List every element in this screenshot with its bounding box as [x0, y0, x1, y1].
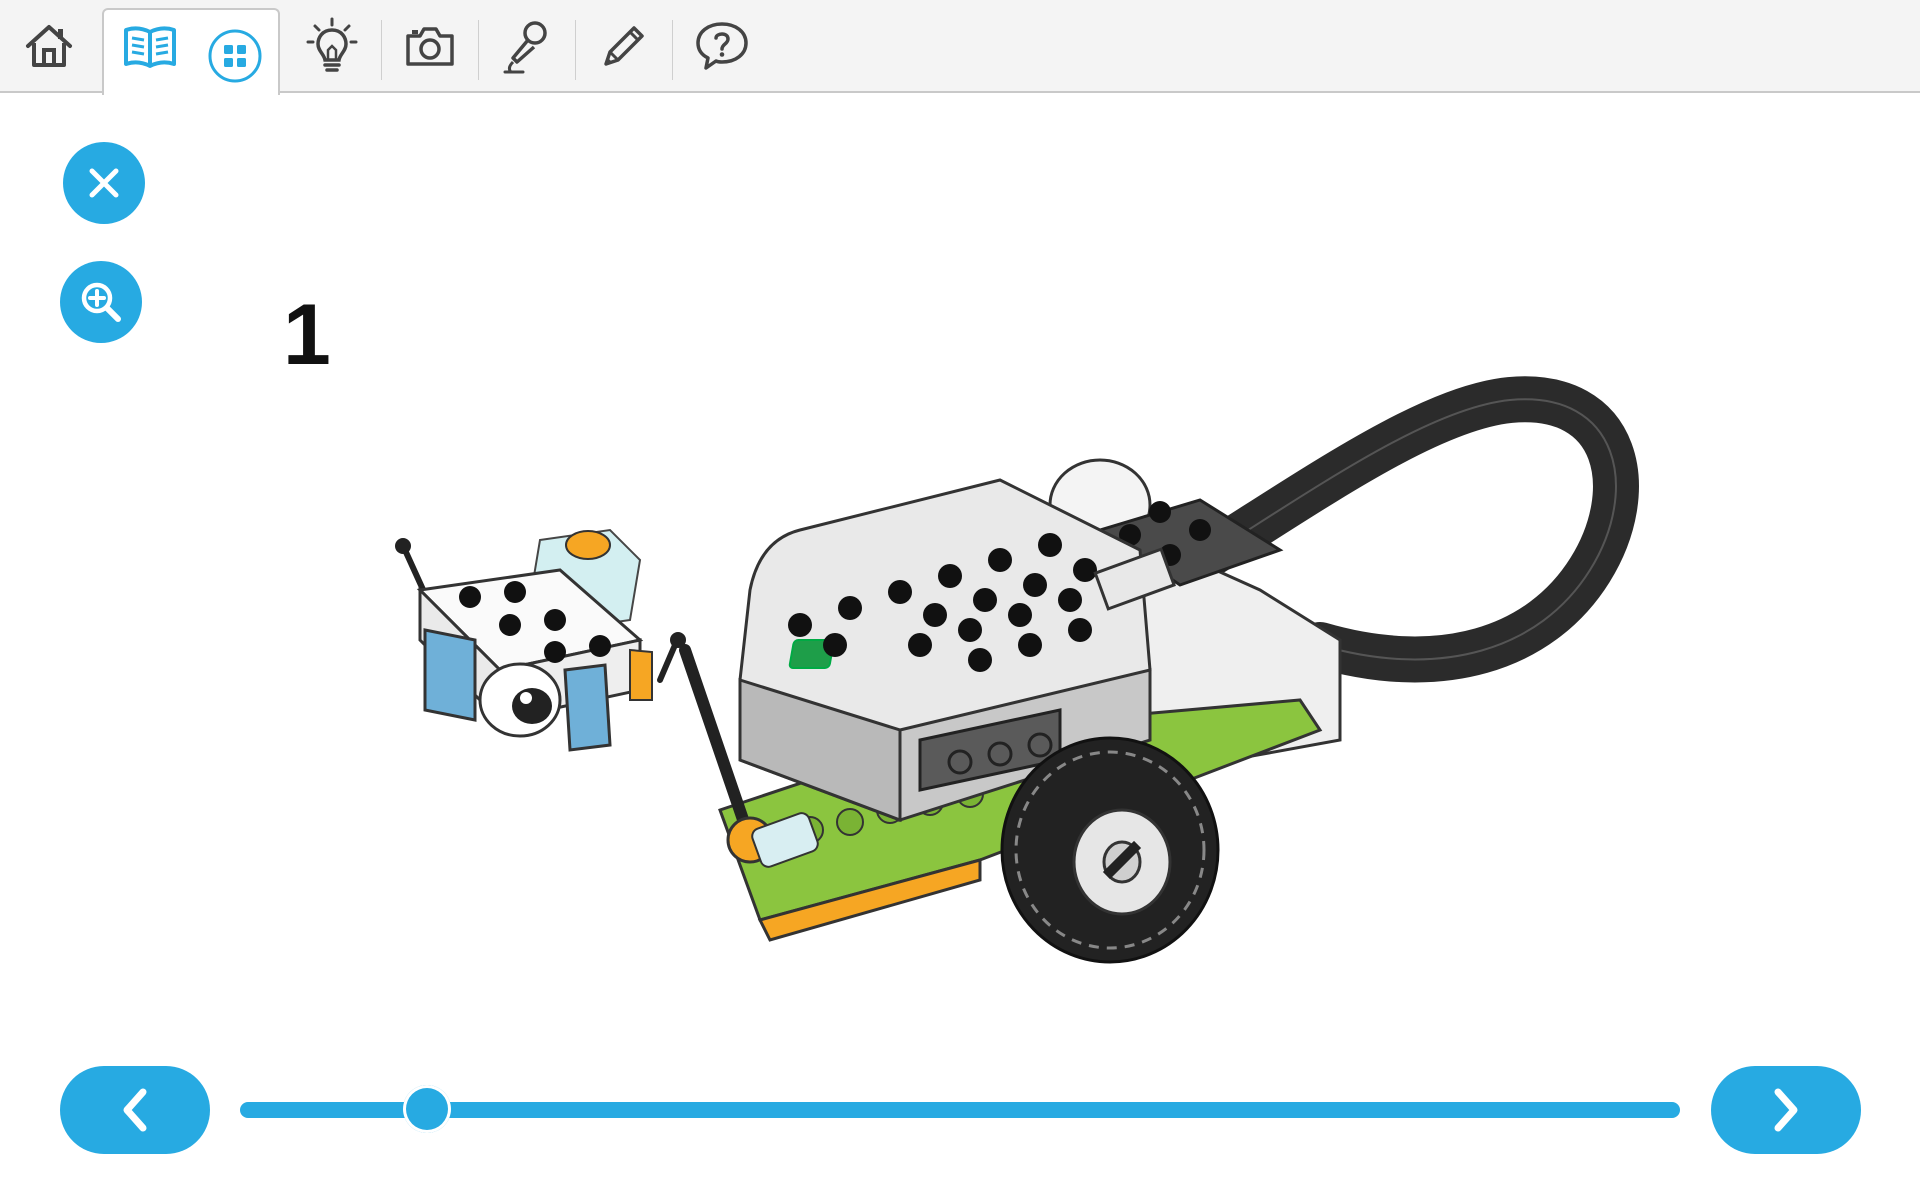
- previous-step-button[interactable]: [60, 1066, 210, 1154]
- top-toolbar: [0, 0, 1920, 96]
- camera-icon: [406, 26, 454, 66]
- lego-model-illustration: [395, 376, 1639, 964]
- home-icon: [26, 24, 72, 67]
- zoom-in-button[interactable]: [60, 261, 142, 343]
- toolbar-separator: [575, 20, 576, 80]
- next-step-button[interactable]: [1711, 1066, 1861, 1154]
- toolbar-separator: [672, 20, 673, 80]
- pencil-icon: [604, 25, 644, 66]
- close-icon: [89, 168, 119, 198]
- ideas-button[interactable]: [292, 0, 372, 91]
- grid-icon: [208, 29, 262, 83]
- zoom-in-icon: [81, 282, 121, 322]
- lightbulb-icon: [306, 17, 358, 72]
- step-progress-slider[interactable]: [240, 1102, 1680, 1118]
- step-number: 1: [283, 287, 331, 383]
- home-button[interactable]: [0, 0, 98, 91]
- chevron-left-icon: [123, 1088, 147, 1132]
- build-grid-button[interactable]: [200, 16, 270, 96]
- edit-button[interactable]: [584, 0, 664, 91]
- camera-button[interactable]: [390, 0, 470, 91]
- step-progress-slider-thumb[interactable]: [403, 1085, 452, 1133]
- book-icon: [124, 25, 176, 68]
- record-button[interactable]: [487, 0, 567, 91]
- help-bubble-icon: [696, 21, 748, 70]
- toolbar-separator: [478, 20, 479, 80]
- chevron-right-icon: [1774, 1088, 1798, 1132]
- toolbar-separator: [381, 20, 382, 80]
- help-button[interactable]: [681, 0, 763, 91]
- microphone-icon: [503, 20, 547, 73]
- book-button[interactable]: [110, 0, 190, 91]
- close-button[interactable]: [63, 142, 145, 224]
